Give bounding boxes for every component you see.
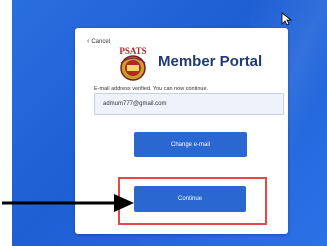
cancel-link[interactable]: ‹ Cancel xyxy=(87,38,111,45)
mouse-cursor-icon xyxy=(281,12,293,26)
chevron-left-icon: ‹ xyxy=(87,38,90,45)
psats-logo: PSATS xyxy=(119,46,147,81)
change-email-button[interactable]: Change e-mail xyxy=(134,132,247,157)
cancel-label: Cancel xyxy=(91,39,111,45)
email-value: admum777@gmail.com xyxy=(103,101,167,107)
verification-message: E-mail address verified. You can now con… xyxy=(94,86,209,92)
svg-text:PSATS: PSATS xyxy=(119,46,146,56)
page-title: Member Portal xyxy=(158,53,263,70)
email-field[interactable]: admum777@gmail.com xyxy=(94,93,284,115)
pointer-arrow-icon xyxy=(2,194,134,212)
continue-button[interactable]: Continue xyxy=(134,186,246,212)
